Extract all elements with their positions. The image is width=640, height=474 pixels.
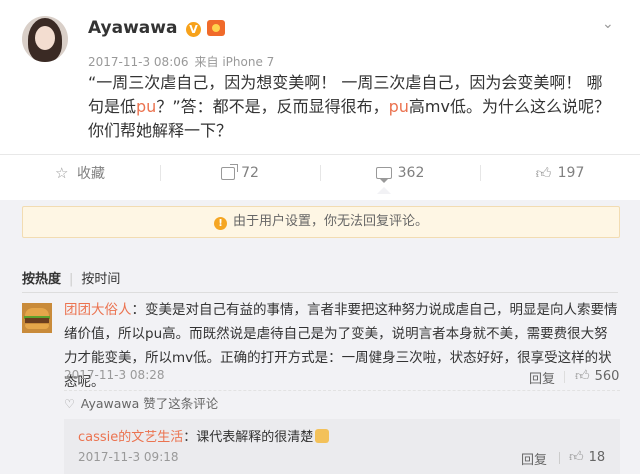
thumbs-up-icon: 👍︎ bbox=[535, 164, 552, 182]
divider bbox=[559, 452, 560, 464]
comment-sort-tabs: 按热度 | 按时间 bbox=[22, 268, 120, 287]
comment-timestamp: 2017-11-3 08:28 bbox=[64, 368, 165, 382]
like-count: 197 bbox=[557, 165, 585, 181]
verified-badge-icon: V bbox=[186, 22, 201, 37]
post-meta: 2017-11-3 08:06 来自 iPhone 7 bbox=[88, 53, 274, 70]
commenter-avatar[interactable] bbox=[22, 303, 52, 333]
forward-count: 72 bbox=[241, 165, 259, 181]
user-avatar[interactable] bbox=[22, 16, 68, 62]
forward-icon bbox=[221, 166, 236, 180]
notice-text: 由于用户设置，你无法回复评论。 bbox=[232, 214, 428, 229]
comment-section: 按热度 | 按时间 团团大俗人：变美是对自己有益的事情，言者非要把这种努力说成虐自己… bbox=[0, 255, 640, 474]
comment-like-count: 560 bbox=[594, 369, 620, 384]
post-action-bar: ☆ 收藏 72 362 👍︎ 197 bbox=[0, 154, 640, 191]
divider bbox=[22, 292, 618, 293]
sub-reply-username[interactable]: cassie的文艺生活 bbox=[78, 430, 183, 445]
sort-by-hot-tab[interactable]: 按热度 bbox=[22, 272, 61, 287]
forward-button[interactable]: 72 bbox=[160, 155, 320, 191]
thumbs-up-emoji-icon bbox=[315, 429, 330, 443]
member-medal-icon bbox=[207, 20, 225, 36]
comment-reply-button[interactable]: 回复 bbox=[529, 368, 555, 387]
avatar-burger-bottom bbox=[25, 324, 49, 329]
comment-count: 362 bbox=[397, 165, 425, 181]
author-liked-note: ♡ Ayawawa 赞了这条评论 bbox=[64, 390, 620, 415]
star-icon: ☆ bbox=[55, 164, 69, 182]
weibo-post: Ayawawa V ⌄ 2017-11-3 08:06 来自 iPhone 7 “… bbox=[0, 0, 640, 200]
post-timestamp: 2017-11-3 08:06 bbox=[88, 55, 189, 69]
like-button[interactable]: 👍︎ 197 bbox=[480, 155, 640, 191]
sub-reply-reply-button[interactable]: 回复 bbox=[521, 449, 547, 468]
sub-reply: cassie的文艺生活：课代表解释的很清楚 2017-11-3 09:18 回复… bbox=[64, 419, 620, 474]
sub-reply-like-count: 18 bbox=[588, 450, 606, 465]
post-content-segment: ？”答：都不是，反而显得很布， bbox=[156, 97, 389, 116]
commenter-name[interactable]: 团团大俗人 bbox=[64, 302, 132, 318]
reply-disabled-notice: ! 由于用户设置，你无法回复评论。 bbox=[22, 206, 620, 238]
favorite-button[interactable]: ☆ 收藏 bbox=[0, 155, 160, 191]
post-content-highlight: pu bbox=[388, 97, 409, 116]
sub-reply-like-button[interactable]: 👍︎ 18 bbox=[569, 448, 605, 465]
post-username[interactable]: Ayawawa bbox=[88, 18, 177, 38]
sub-reply-body: ：课代表解释的很清楚 bbox=[183, 430, 314, 445]
divider bbox=[564, 371, 565, 383]
avatar-face bbox=[35, 26, 55, 50]
sub-reply-text: cassie的文艺生活：课代表解释的很清楚 bbox=[78, 426, 330, 445]
heart-icon: ♡ bbox=[64, 397, 75, 411]
comment-button[interactable]: 362 bbox=[320, 155, 480, 191]
active-tab-indicator bbox=[377, 187, 391, 194]
author-liked-text: Ayawawa 赞了这条评论 bbox=[80, 396, 219, 411]
thumbs-up-icon: 👍︎ bbox=[575, 368, 590, 384]
post-content-highlight: pu bbox=[136, 97, 157, 116]
post-content: “一周三次虐自己，因为想变美啊！ 一周三次虐自己，因为会变美啊！ 哪句是低pu？… bbox=[88, 71, 618, 143]
sort-divider: | bbox=[69, 272, 74, 287]
post-source: 来自 iPhone 7 bbox=[194, 55, 275, 69]
avatar-burger-patty bbox=[25, 318, 49, 323]
comment-icon bbox=[375, 167, 392, 183]
sort-by-time-tab[interactable]: 按时间 bbox=[81, 272, 120, 287]
warning-icon: ! bbox=[213, 217, 227, 230]
chevron-down-icon[interactable]: ⌄ bbox=[602, 16, 614, 32]
favorite-label: 收藏 bbox=[77, 166, 105, 182]
comment-like-button[interactable]: 👍︎ 560 bbox=[575, 367, 619, 384]
thumbs-up-icon: 👍︎ bbox=[569, 449, 584, 465]
sub-reply-timestamp: 2017-11-3 09:18 bbox=[78, 450, 179, 464]
